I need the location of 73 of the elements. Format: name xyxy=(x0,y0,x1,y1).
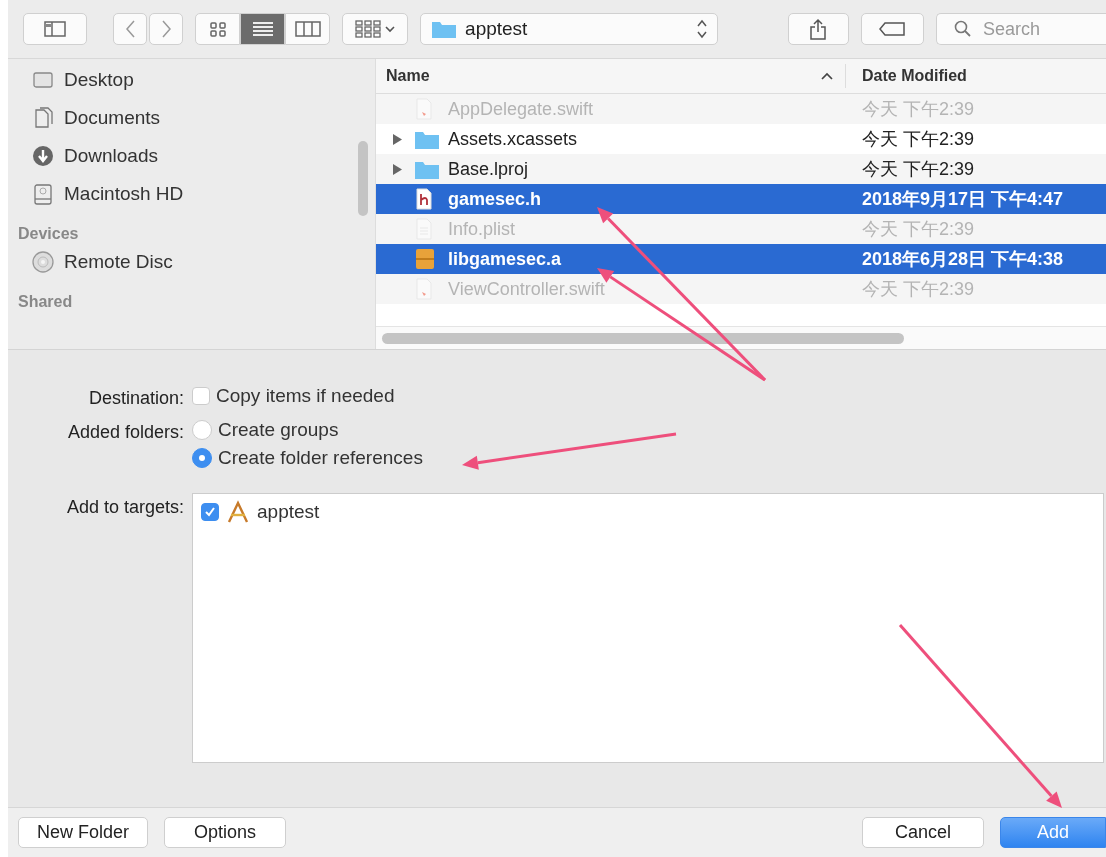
file-date: 今天 下午2:39 xyxy=(861,278,975,301)
file-date: 今天 下午2:39 xyxy=(861,218,975,241)
file-date: 2018年9月17日 下午4:47 xyxy=(861,188,1064,211)
view-mode-button[interactable] xyxy=(195,13,241,45)
target-name: apptest xyxy=(257,501,320,523)
radio-label[interactable]: Create groups xyxy=(218,419,339,441)
sidebar-item[interactable]: Documents xyxy=(8,99,375,137)
checkmark-icon xyxy=(204,506,216,518)
sidebar-toggle-button[interactable] xyxy=(23,13,88,45)
scrollbar-thumb[interactable] xyxy=(382,332,904,344)
up-down-icon xyxy=(696,19,707,39)
tag-button[interactable] xyxy=(860,13,924,45)
search-field[interactable]: Search xyxy=(936,13,1106,45)
sidebar-item[interactable]: Downloads xyxy=(8,137,375,175)
file-date: 今天 下午2:39 xyxy=(861,158,975,181)
arrange-button[interactable] xyxy=(342,13,409,45)
sidebar-item[interactable]: Desktop xyxy=(8,61,375,99)
radio-button[interactable] xyxy=(192,420,212,440)
option-label: Added folders: xyxy=(66,421,184,443)
sidebar-icon xyxy=(44,21,66,37)
column-header[interactable]: Date Modified xyxy=(862,67,967,85)
sidebar-item[interactable]: Remote Disc xyxy=(8,243,375,281)
file-name: libgamesec.a xyxy=(448,248,562,270)
file-name: ViewController.swift xyxy=(448,278,605,300)
file-name: Info.plist xyxy=(448,218,516,240)
column-header[interactable]: Name xyxy=(386,67,833,85)
hard-drive-icon xyxy=(32,183,54,205)
file-date: 2018年6月28日 下午4:38 xyxy=(861,248,1064,271)
radio-label[interactable]: Create folder references xyxy=(218,447,423,469)
scrollbar-thumb[interactable] xyxy=(358,141,368,216)
checkbox[interactable] xyxy=(201,503,219,521)
file-row[interactable]: gamesec.h 2018年9月17日 下午4:47 xyxy=(376,184,1106,214)
radio-button[interactable] xyxy=(192,448,212,468)
location-popup[interactable]: apptest xyxy=(420,13,718,45)
download-icon xyxy=(32,145,54,167)
caret-icon xyxy=(385,25,396,33)
file-name: AppDelegate.swift xyxy=(448,98,594,120)
documents-icon xyxy=(32,107,54,129)
tag-icon xyxy=(878,21,907,37)
sidebar-heading: Shared xyxy=(17,292,74,311)
app-icon xyxy=(225,500,251,524)
back-button[interactable] xyxy=(113,13,148,45)
dialog-button[interactable]: New Folder xyxy=(18,817,149,848)
disclosure-triangle-icon[interactable] xyxy=(391,162,403,176)
disclosure-triangle-icon[interactable] xyxy=(391,132,403,146)
file-row[interactable]: Assets.xcassets 今天 下午2:39 xyxy=(376,124,1106,154)
view-mode-button[interactable] xyxy=(240,13,286,45)
share-icon xyxy=(809,18,828,40)
file-name: Assets.xcassets xyxy=(448,128,578,150)
grid-icon xyxy=(208,20,227,38)
columns-icon xyxy=(294,20,321,38)
file-row[interactable]: libgamesec.a 2018年6月28日 下午4:38 xyxy=(376,244,1106,274)
file-date: 今天 下午2:39 xyxy=(861,98,975,121)
checkbox[interactable] xyxy=(192,387,210,405)
sidebar-item[interactable]: Macintosh HD xyxy=(8,175,375,213)
desktop-icon xyxy=(32,69,54,91)
list-icon xyxy=(251,20,274,38)
dialog-button[interactable]: Cancel xyxy=(862,817,984,848)
sidebar-heading: Devices xyxy=(17,224,80,243)
forward-button[interactable] xyxy=(149,13,184,45)
option-label: Add to targets: xyxy=(65,496,184,518)
disc-icon xyxy=(32,251,54,273)
view-mode-button[interactable] xyxy=(285,13,331,45)
file-date: 今天 下午2:39 xyxy=(861,128,975,151)
checkbox-label[interactable]: Copy items if needed xyxy=(216,385,395,407)
dialog-button[interactable]: Options xyxy=(164,817,287,848)
option-label: Destination: xyxy=(87,387,184,409)
file-name: gamesec.h xyxy=(448,188,542,210)
share-button[interactable] xyxy=(787,13,849,45)
file-row[interactable]: Base.lproj 今天 下午2:39 xyxy=(376,154,1106,184)
folder-icon xyxy=(431,19,458,39)
grid-icon xyxy=(355,20,382,38)
file-name: Base.lproj xyxy=(448,158,529,180)
